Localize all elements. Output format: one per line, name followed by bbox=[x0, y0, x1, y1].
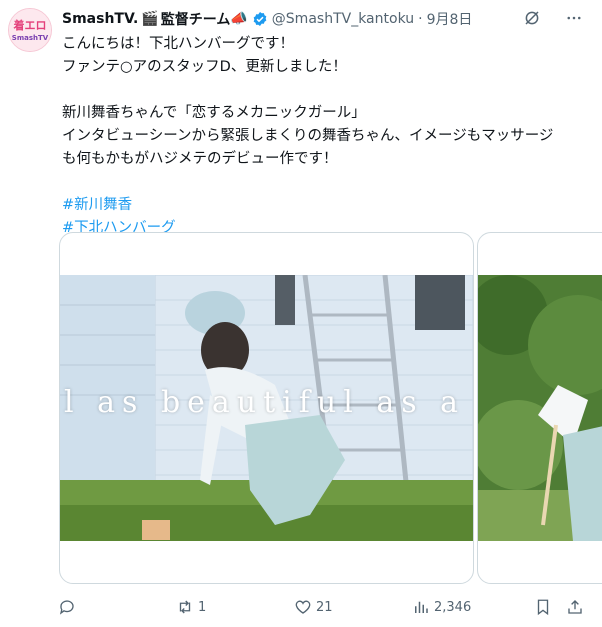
megaphone-emoji: 📣 bbox=[230, 11, 248, 27]
post-header: SmashTV. 🎬 監督チーム 📣 @SmashTV_kantoku · 9月… bbox=[62, 9, 472, 29]
user-handle[interactable]: @SmashTV_kantoku bbox=[272, 11, 414, 27]
post-date[interactable]: 9月8日 bbox=[427, 9, 473, 29]
media-image bbox=[478, 275, 602, 541]
separator-dot: · bbox=[418, 11, 423, 27]
post-line: 新川舞香ちゃんで「恋するメカニックガール」 bbox=[62, 105, 366, 121]
bookmark-button[interactable] bbox=[534, 598, 552, 616]
views-chart-icon bbox=[415, 601, 428, 613]
avatar-text-top: 着エロ bbox=[13, 18, 47, 32]
post-line: ファンテ○アのスタッフD、更新しました！ bbox=[62, 59, 347, 75]
more-options-icon[interactable] bbox=[564, 8, 584, 28]
media-overlay-text: l as beautiful as a fl bbox=[64, 385, 474, 420]
share-button[interactable] bbox=[566, 598, 584, 616]
action-bar: 1 21 2,346 bbox=[58, 596, 584, 618]
post-line: も何もかもがハジメテのデビュー作です！ bbox=[62, 151, 338, 167]
repost-count: 1 bbox=[198, 599, 207, 615]
heart-icon bbox=[295, 600, 311, 614]
repost-button[interactable]: 1 bbox=[176, 598, 294, 616]
verified-badge-icon bbox=[253, 12, 267, 26]
clapper-emoji: 🎬 bbox=[141, 11, 159, 27]
like-count: 21 bbox=[316, 599, 333, 615]
grok-icon[interactable] bbox=[522, 8, 542, 28]
bookmark-icon bbox=[537, 599, 549, 616]
repost-icon bbox=[179, 600, 191, 614]
post-line: インタビューシーンから緊張しまくりの舞香ちゃん、イメージもマッサージ bbox=[62, 128, 554, 144]
media-card[interactable]: l as beautiful as a fl bbox=[59, 232, 474, 584]
views-count: 2,346 bbox=[434, 599, 472, 615]
display-name-suffix[interactable]: 監督チーム bbox=[161, 9, 231, 29]
reply-button[interactable] bbox=[58, 598, 176, 616]
views-button[interactable]: 2,346 bbox=[412, 598, 522, 616]
post-text: こんにちは！下北ハンバーグです！ ファンテ○アのスタッフD、更新しました！ 新川… bbox=[62, 33, 582, 240]
reply-icon bbox=[59, 600, 74, 615]
avatar-text-bottom: SmashTV bbox=[12, 34, 49, 42]
post-line: こんにちは！下北ハンバーグです！ bbox=[62, 36, 294, 52]
like-button[interactable]: 21 bbox=[294, 598, 412, 616]
media-card[interactable] bbox=[477, 232, 602, 584]
hashtag-link[interactable]: #新川舞香 bbox=[62, 197, 132, 213]
share-icon bbox=[568, 600, 582, 614]
display-name[interactable]: SmashTV. bbox=[62, 11, 138, 27]
avatar[interactable]: 着エロ SmashTV bbox=[8, 8, 52, 52]
